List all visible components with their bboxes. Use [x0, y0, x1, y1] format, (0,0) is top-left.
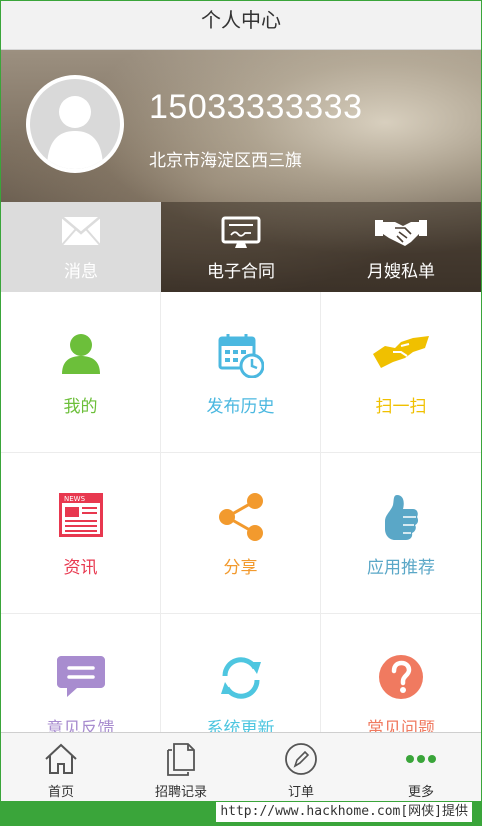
- contract-screen-icon: [221, 216, 261, 255]
- grid-item-publish-history-label: 发布历史: [206, 397, 275, 417]
- user-phone: 15033333333: [149, 88, 363, 126]
- tab-e-contract-label: 电子合同: [207, 262, 275, 282]
- handshake-icon: [375, 216, 427, 253]
- tab-private-order-label: 月嫂私单: [367, 262, 435, 282]
- share-icon: [217, 493, 265, 545]
- grid-item-share[interactable]: 分享: [161, 453, 321, 614]
- user-address: 北京市海淀区西三旗: [149, 151, 302, 171]
- more-dots-icon: [404, 742, 438, 780]
- profile-banner: 15033333333 北京市海淀区西三旗 消息 电子合同 月嫂私单: [1, 50, 481, 292]
- grid-item-mine-label: 我的: [63, 397, 98, 417]
- tab-private-order[interactable]: 月嫂私单: [321, 202, 481, 292]
- grid-item-share-label: 分享: [223, 558, 258, 578]
- tab-messages-label: 消息: [64, 262, 98, 282]
- nav-recruit-records-label: 招聘记录: [154, 785, 207, 800]
- svg-text:NEWS: NEWS: [64, 495, 86, 503]
- nav-orders[interactable]: 订单: [241, 733, 361, 801]
- grid-item-publish-history[interactable]: 发布历史: [161, 292, 321, 453]
- envelope-icon: [61, 216, 101, 251]
- thumbs-up-icon: [383, 493, 419, 545]
- grid-item-feedback[interactable]: 意见反馈: [1, 614, 161, 732]
- nav-recruit-records[interactable]: 招聘记录: [121, 733, 241, 801]
- tab-e-contract[interactable]: 电子合同: [161, 202, 321, 292]
- grid-item-news-label: 资讯: [63, 558, 98, 578]
- calendar-clock-icon: [218, 332, 264, 382]
- page-title: 个人中心: [1, 1, 481, 50]
- grid-item-app-recommend-label: 应用推荐: [367, 558, 435, 578]
- watermark-bar: http://www.hackhome.com[网侠]提供: [0, 801, 482, 826]
- documents-icon: [166, 742, 196, 780]
- feature-grid: 我的 发布历史 扫一扫 NEWS 资讯 分享 应用推荐 意见反馈 系统更新 常见…: [1, 292, 481, 732]
- nav-more-label: 更多: [407, 785, 434, 800]
- tab-messages[interactable]: 消息: [1, 202, 161, 292]
- banner-tabs: 消息 电子合同 月嫂私单: [1, 202, 481, 292]
- grid-item-system-update-label: 系统更新: [206, 719, 275, 732]
- nav-orders-label: 订单: [287, 785, 314, 800]
- home-icon: [44, 742, 78, 780]
- grid-item-mine[interactable]: 我的: [1, 292, 161, 453]
- grid-item-app-recommend[interactable]: 应用推荐: [321, 453, 481, 614]
- chat-bubble-icon: [56, 654, 105, 702]
- grid-item-faq[interactable]: 常见问题: [321, 614, 481, 732]
- handshake-scan-icon: [371, 332, 431, 376]
- avatar[interactable]: [26, 75, 124, 173]
- grid-item-system-update[interactable]: 系统更新: [161, 614, 321, 732]
- bottom-nav: 首页 招聘记录 订单 更多: [1, 732, 481, 801]
- nav-home-label: 首页: [47, 785, 74, 800]
- grid-item-news[interactable]: NEWS 资讯: [1, 453, 161, 614]
- person-icon: [60, 332, 102, 378]
- refresh-icon: [217, 654, 265, 706]
- grid-item-scan[interactable]: 扫一扫: [321, 292, 481, 453]
- question-icon: [378, 654, 424, 704]
- grid-item-feedback-label: 意见反馈: [46, 719, 115, 732]
- nav-more[interactable]: 更多: [361, 733, 481, 801]
- nav-home[interactable]: 首页: [1, 733, 121, 801]
- news-icon: NEWS: [58, 493, 103, 541]
- pen-circle-icon: [284, 742, 318, 780]
- app-frame: 个人中心 15033333333 北京市海淀区西三旗 消息 电子合同 月嫂私单 …: [0, 0, 482, 801]
- grid-item-scan-label: 扫一扫: [375, 397, 427, 417]
- watermark-text: http://www.hackhome.com[网侠]提供: [216, 802, 472, 822]
- grid-item-faq-label: 常见问题: [367, 719, 435, 732]
- default-avatar-icon: [47, 96, 103, 169]
